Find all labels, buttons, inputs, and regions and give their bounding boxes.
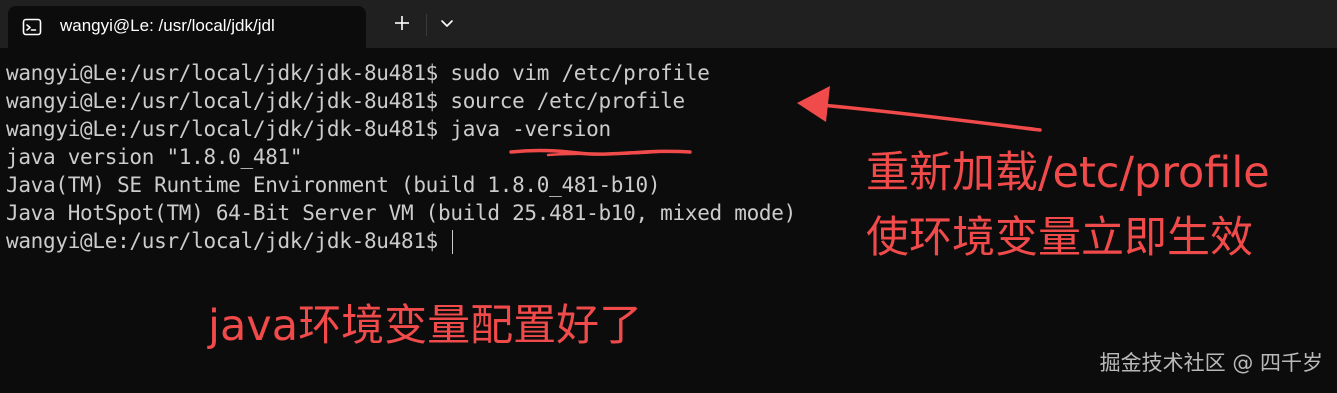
tab-terminal[interactable]: wangyi@Le: /usr/local/jdk/jdl	[8, 6, 366, 48]
plus-icon	[393, 14, 411, 36]
annotation-reload-subtitle: 使环境变量立即生效	[866, 213, 1253, 263]
text-cursor	[452, 230, 454, 254]
terminal-icon	[22, 17, 42, 37]
prompt-text: wangyi@Le:/usr/local/jdk/jdk-8u481$	[6, 229, 439, 253]
terminal-line: wangyi@Le:/usr/local/jdk/jdk-8u481$ java…	[6, 117, 611, 141]
terminal-line: wangyi@Le:/usr/local/jdk/jdk-8u481$ sudo…	[6, 61, 710, 85]
chevron-down-icon	[439, 15, 455, 35]
new-tab-button[interactable]	[384, 10, 420, 40]
title-bar: wangyi@Le: /usr/local/jdk/jdl	[0, 0, 1337, 48]
watermark: 掘金技术社区 @ 四千岁	[1099, 351, 1323, 375]
terminal-window: wangyi@Le: /usr/local/jdk/jdl wangyi@Le:…	[0, 0, 1337, 393]
annotation-reload-title: 重新加载/etc/profile	[866, 148, 1270, 198]
profiles-dropdown-button[interactable]	[430, 10, 464, 40]
annotation-configured: java环境变量配置好了	[208, 301, 643, 351]
tab-title: wangyi@Le: /usr/local/jdk/jdl	[60, 16, 275, 35]
terminal-line: wangyi@Le:/usr/local/jdk/jdk-8u481$ sour…	[6, 89, 685, 113]
toolbar-divider	[426, 14, 427, 36]
